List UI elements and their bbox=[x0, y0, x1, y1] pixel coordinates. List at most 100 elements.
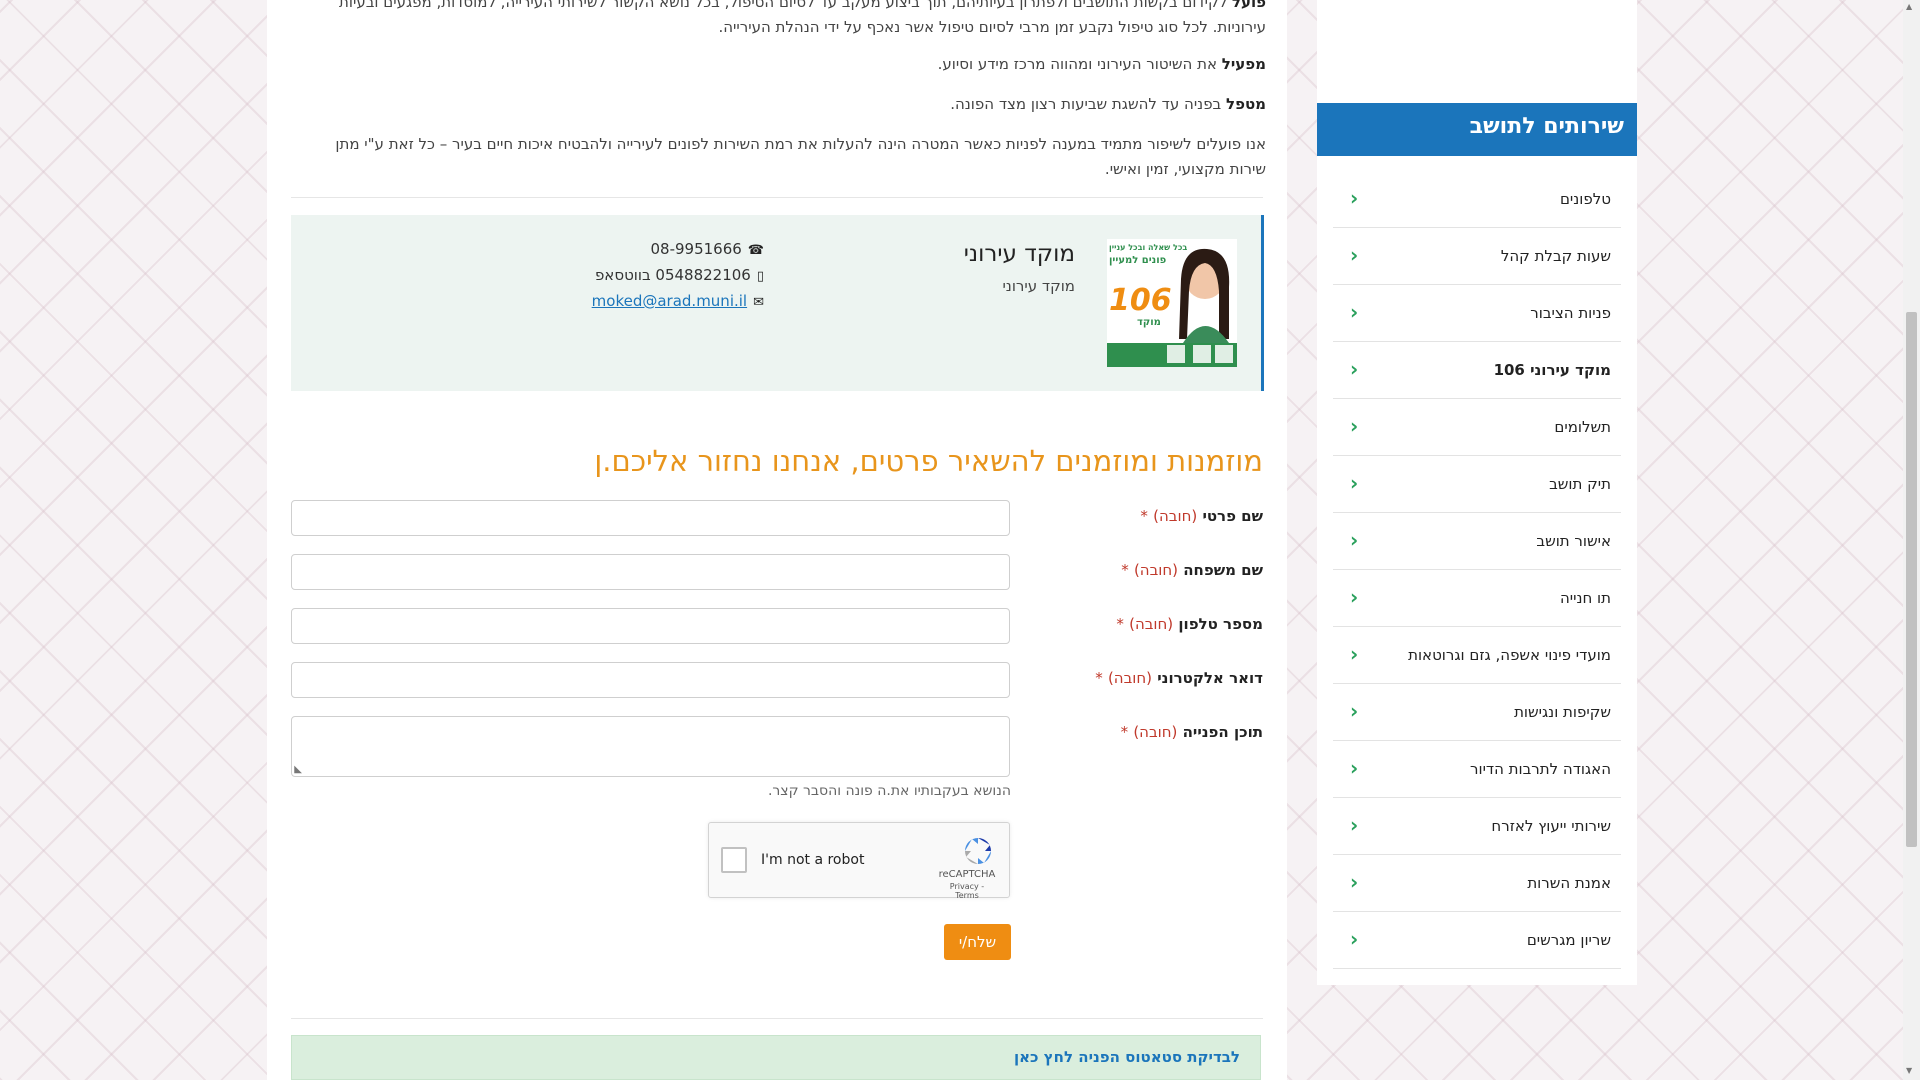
chevron-left-icon: ‹ bbox=[1350, 756, 1359, 780]
recaptcha-label: I'm not a robot bbox=[761, 852, 865, 868]
sidebar-item-label: טלפונים bbox=[1559, 190, 1611, 208]
chevron-left-icon: ‹ bbox=[1350, 243, 1359, 267]
sidebar-item-waste-collection[interactable]: מועדי פינוי אשפה, גזם וגרוטאות ‹ bbox=[1333, 627, 1621, 684]
status-check-link[interactable]: לבדיקת סטאטוס הפניה לחץ כאן bbox=[1014, 1048, 1240, 1066]
chevron-left-icon: ‹ bbox=[1350, 414, 1359, 438]
chevron-left-icon: ‹ bbox=[1350, 585, 1359, 609]
sidebar-item-housing-association[interactable]: האגודה לתרבות הדיור ‹ bbox=[1333, 741, 1621, 798]
envelope-icon: ✉ bbox=[753, 295, 764, 310]
recaptcha-widget: I'm not a robot reCAPTCHA Privacy - Term… bbox=[708, 822, 1010, 900]
divider bbox=[291, 197, 1263, 198]
content-textarea[interactable]: ◢ bbox=[291, 716, 1010, 777]
required-indicator: (חובה) bbox=[1107, 669, 1152, 687]
chevron-left-icon: ‹ bbox=[1350, 870, 1359, 894]
sidebar-item-label: שקיפות ונגישות bbox=[1514, 703, 1611, 721]
sidebar-item-court-booking[interactable]: שריון מגרשים ‹ bbox=[1333, 912, 1621, 969]
recaptcha-checkbox[interactable] bbox=[721, 847, 747, 873]
intro-text-3: בפניה עד להשגת שביעות רצון מצד הפונה. bbox=[950, 95, 1222, 113]
whatsapp-number: 0548822106 בווטסאפ bbox=[594, 266, 751, 284]
sidebar-item-label: מועדי פינוי אשפה, גזם וגרוטאות bbox=[1408, 646, 1611, 664]
poster-word: מוקד bbox=[1137, 317, 1161, 328]
intro-bold-2: מפעיל bbox=[1221, 55, 1266, 73]
sidebar-menu: טלפונים ‹ שעות קבלת קהל ‹ פניות הציבור ‹ מו… bbox=[1333, 171, 1621, 969]
status-check-bar: לבדיקת סטאטוס הפניה לחץ כאן bbox=[291, 1035, 1261, 1080]
chevron-left-icon: ‹ bbox=[1350, 357, 1359, 381]
scroll-up-arrow-icon[interactable]: ▲ bbox=[1906, 2, 1912, 11]
required-indicator: (חובה) bbox=[1153, 507, 1198, 525]
required-star: * bbox=[1140, 507, 1148, 525]
chevron-left-icon: ‹ bbox=[1350, 642, 1359, 666]
chevron-left-icon: ‹ bbox=[1350, 300, 1359, 324]
sidebar-item-public-inquiries[interactable]: פניות הציבור ‹ bbox=[1333, 285, 1621, 342]
email-line: ✉ moked@arad.muni.il bbox=[592, 289, 764, 315]
required-star: * bbox=[1116, 615, 1124, 633]
sidebar-item-label: אמנת השרות bbox=[1527, 874, 1611, 892]
mobile-icon: ▯ bbox=[756, 269, 764, 284]
intro-bold-1: פועל bbox=[1231, 0, 1266, 11]
resize-handle-icon[interactable]: ◢ bbox=[292, 766, 303, 774]
content-help-text: הנושא בעקבותיו את.ה פונה והסבר קצר. bbox=[767, 783, 1011, 799]
chevron-left-icon: ‹ bbox=[1350, 528, 1359, 552]
intro-paragraph-4: אנו פועלים לשיפור מתמיד במענה לפניות כאש… bbox=[321, 132, 1266, 182]
intro-paragraph-3: מטפל בפניה עד להשגת שביעות רצון מצד הפונ… bbox=[321, 92, 1266, 117]
required-star: * bbox=[1120, 723, 1129, 741]
phone-line: ☎ 08-9951666 bbox=[592, 237, 764, 263]
moked-poster-image[interactable]: בכל שאלה ובכל עניין פונים למעיין 106 מוק… bbox=[1107, 239, 1237, 367]
required-star: * bbox=[1095, 669, 1103, 687]
label-text: דואר אלקטרוני bbox=[1157, 669, 1263, 687]
sidebar-item-payments[interactable]: תשלומים ‹ bbox=[1333, 399, 1621, 456]
poster-line2: פונים למעיין bbox=[1109, 255, 1167, 266]
sidebar-item-label: תו חנייה bbox=[1559, 589, 1611, 607]
first-name-input[interactable] bbox=[291, 500, 1010, 536]
sidebar-item-moked-106[interactable]: מוקד עירוני 106 ‹ bbox=[1333, 342, 1621, 399]
sidebar-item-label: שריון מגרשים bbox=[1526, 931, 1611, 949]
sidebar-item-parking-permit[interactable]: תו חנייה ‹ bbox=[1333, 570, 1621, 627]
sidebar-item-phones[interactable]: טלפונים ‹ bbox=[1333, 171, 1621, 228]
intro-text-2: את השיטור העירוני ומהווה מרכז מידע וסיוע… bbox=[937, 55, 1218, 73]
label-text: תוכן הפנייה bbox=[1182, 723, 1263, 741]
email-link[interactable]: moked@arad.muni.il bbox=[592, 292, 747, 310]
sidebar-item-label: האגודה לתרבות הדיור bbox=[1470, 760, 1611, 778]
chevron-left-icon: ‹ bbox=[1350, 927, 1359, 951]
sidebar-item-transparency[interactable]: שקיפות ונגישות ‹ bbox=[1333, 684, 1621, 741]
first-name-label: שם פרטי (חובה) * bbox=[1140, 507, 1263, 525]
last-name-input[interactable] bbox=[291, 554, 1010, 590]
chevron-left-icon: ‹ bbox=[1350, 471, 1359, 495]
sidebar-title: שירותים לתושב bbox=[1469, 114, 1624, 139]
chevron-left-icon: ‹ bbox=[1350, 699, 1359, 723]
sidebar-item-citizen-advice[interactable]: שירותי ייעוץ לאזרח ‹ bbox=[1333, 798, 1621, 855]
recaptcha-terms-link[interactable]: Privacy - Terms bbox=[937, 882, 997, 900]
scroll-down-arrow-icon[interactable]: ▼ bbox=[1906, 1066, 1912, 1075]
sidebar-item-label: תיק תושב bbox=[1549, 475, 1611, 493]
submit-button[interactable]: שלח/י bbox=[944, 924, 1011, 960]
sidebar-item-resident-certificate[interactable]: אישור תושב ‹ bbox=[1333, 513, 1621, 570]
intro-paragraph-2: מפעיל את השיטור העירוני ומהווה מרכז מידע… bbox=[321, 52, 1266, 77]
recaptcha-logo-icon bbox=[961, 835, 995, 871]
phone-label: מספר טלפון (חובה) * bbox=[1116, 615, 1263, 633]
chevron-left-icon: ‹ bbox=[1350, 186, 1359, 210]
required-indicator: (חובה) bbox=[1133, 561, 1179, 579]
sidebar-item-service-charter[interactable]: אמנת השרות ‹ bbox=[1333, 855, 1621, 912]
sidebar-item-label: מוקד עירוני 106 bbox=[1493, 361, 1611, 379]
sidebar-item-label: שעות קבלת קהל bbox=[1500, 247, 1611, 265]
sidebar-item-resident-file[interactable]: תיק תושב ‹ bbox=[1333, 456, 1621, 513]
recaptcha-brand: reCAPTCHA bbox=[938, 869, 996, 880]
intro-text-1: לקידום בקשות התושבים ולפתרון בעיותיהם, ת… bbox=[339, 0, 1266, 36]
sidebar-item-reception-hours[interactable]: שעות קבלת קהל ‹ bbox=[1333, 228, 1621, 285]
poster-number: 106 bbox=[1109, 283, 1172, 318]
phone-input[interactable] bbox=[291, 608, 1010, 644]
last-name-label: שם משפחה (חובה) * bbox=[1121, 561, 1263, 579]
sidebar-item-label: אישור תושב bbox=[1536, 532, 1611, 550]
scrollbar-thumb[interactable] bbox=[1906, 312, 1917, 847]
intro-paragraph-1: פועל לקידום בקשות התושבים ולפתרון בעיותי… bbox=[321, 0, 1266, 40]
required-indicator: (חובה) bbox=[1129, 615, 1174, 633]
phone-icon: ☎ bbox=[747, 243, 764, 258]
card-title: מוקד עירוני bbox=[963, 241, 1075, 267]
card-subtitle: מוקד עירוני bbox=[1002, 277, 1075, 295]
sidebar-header: שירותים לתושב bbox=[1317, 103, 1637, 156]
label-text: שם פרטי bbox=[1202, 507, 1263, 525]
poster-line1: בכל שאלה ובכל עניין bbox=[1109, 243, 1188, 252]
email-input[interactable] bbox=[291, 662, 1010, 698]
label-text: מספר טלפון bbox=[1178, 615, 1263, 633]
intro-bold-3: מטפל bbox=[1226, 95, 1266, 113]
